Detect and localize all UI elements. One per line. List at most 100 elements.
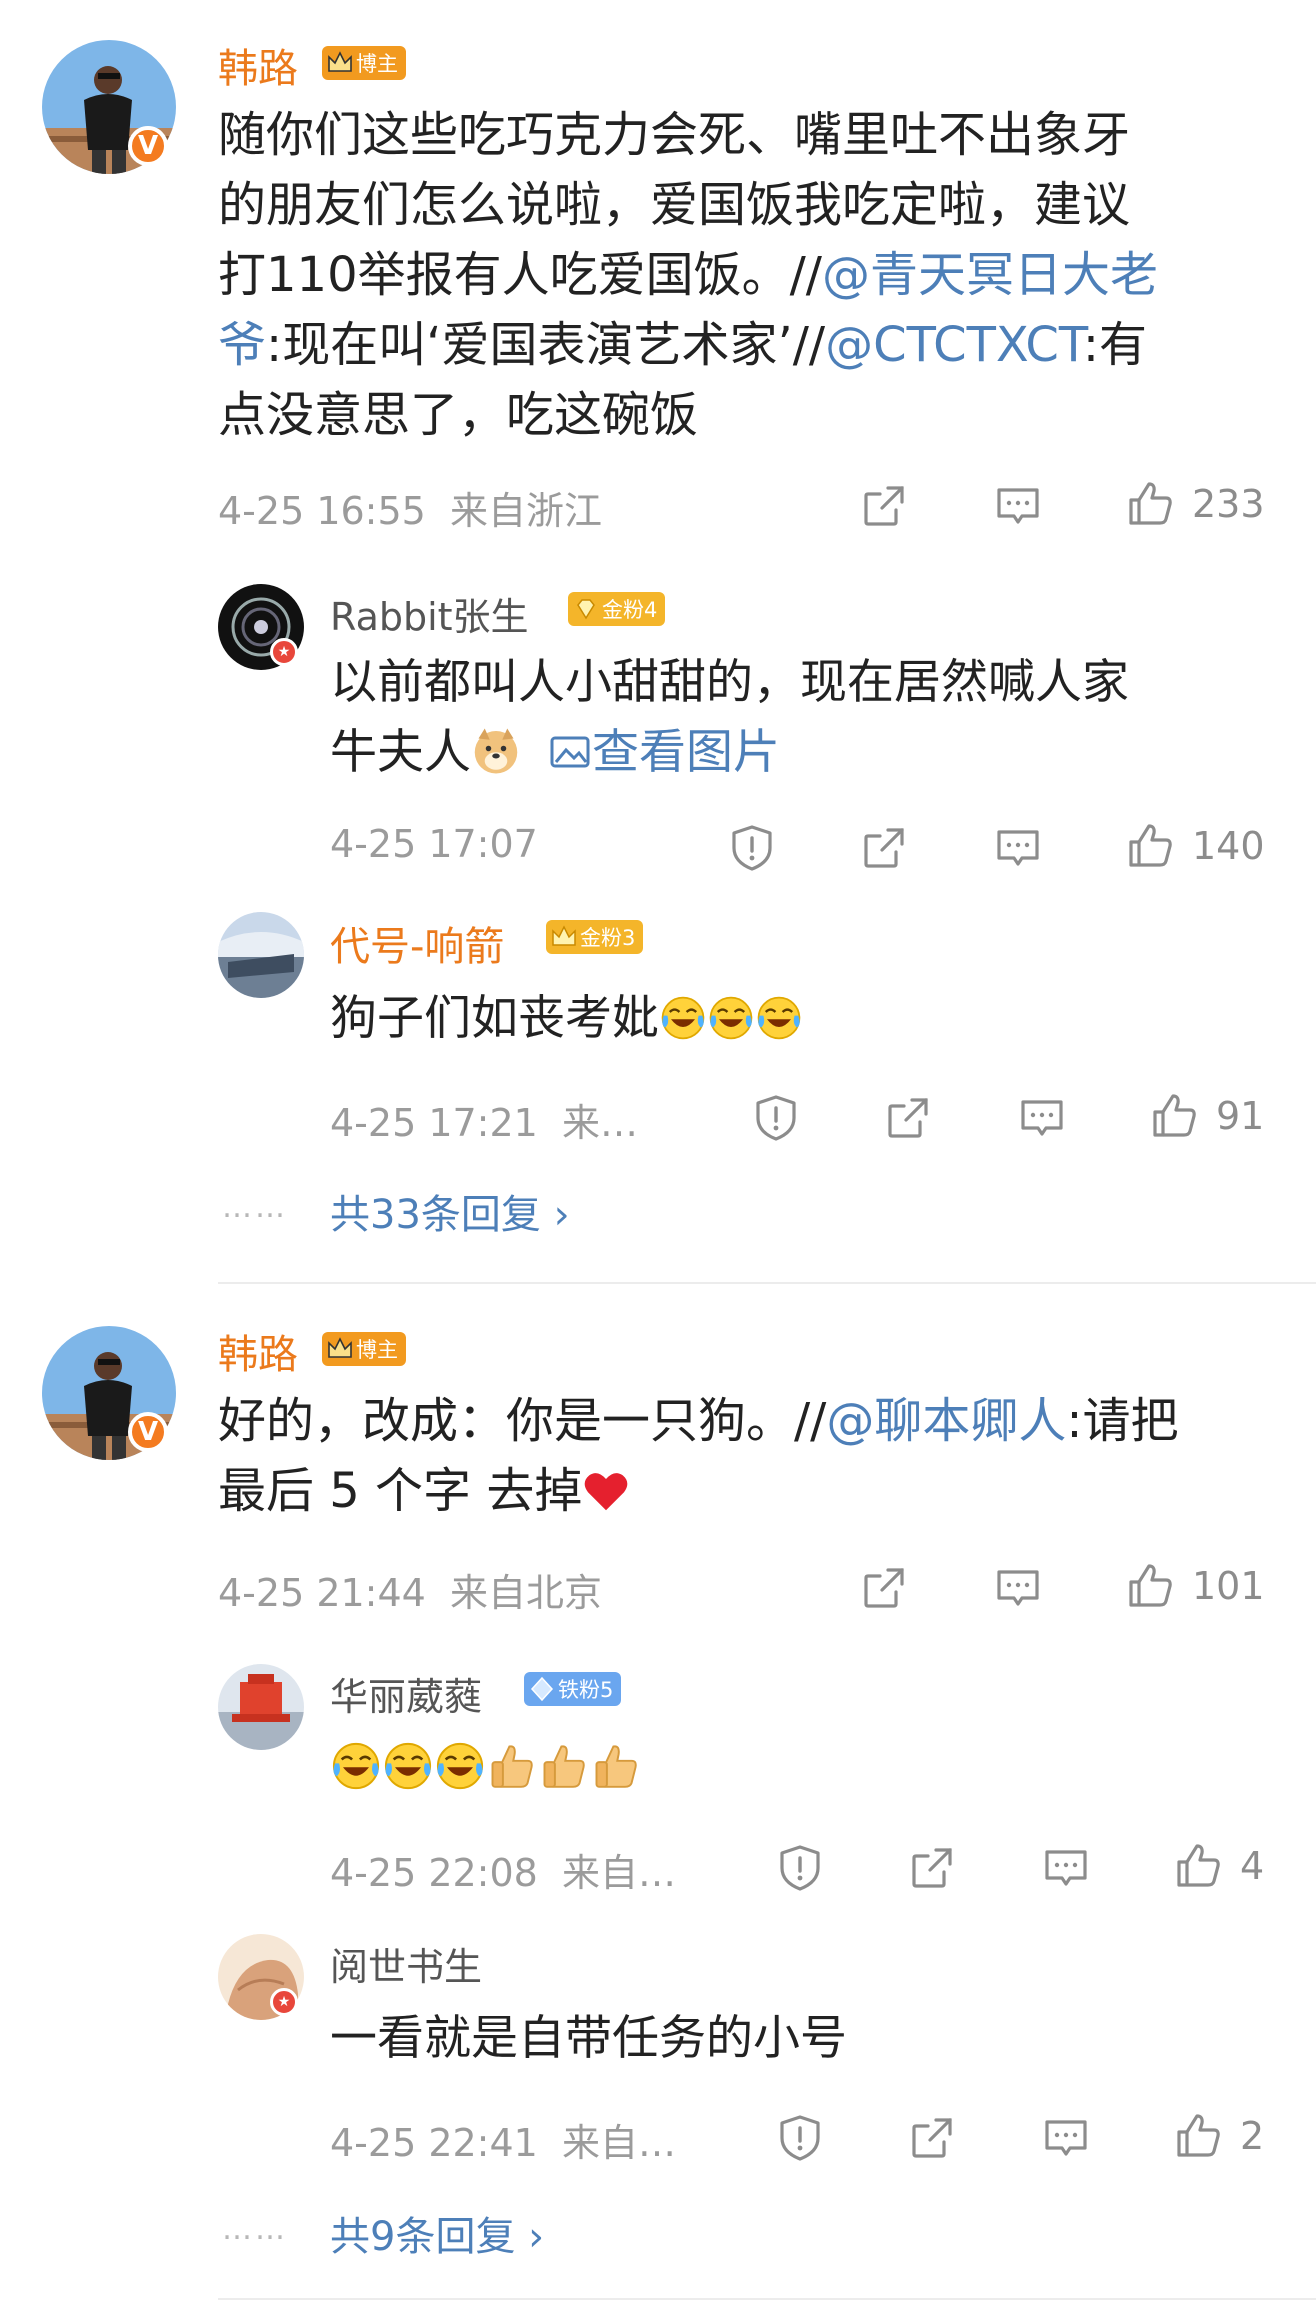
reply-emoji-row — [330, 1740, 642, 1792]
divider — [218, 2298, 1316, 2300]
blogger-tag: 博主 — [322, 46, 406, 80]
comment-meta: 4-25 16:55 来自浙江 — [218, 489, 603, 533]
crown-icon — [328, 51, 352, 72]
comment-button[interactable] — [1016, 1092, 1068, 1144]
like-button[interactable]: 140 — [1124, 820, 1265, 872]
comment-text: 随你们这些吃巧克力会死、嘴里吐不出象牙 的朋友们怎么说啦，爱国饭我吃定啦，建议 … — [218, 107, 1158, 443]
laughing-tears-emoji-icon — [382, 1740, 434, 1792]
red-badge-icon: ★ — [270, 1988, 298, 2016]
more-dots: …… — [222, 1190, 288, 1225]
like-button[interactable]: 91 — [1148, 1090, 1264, 1142]
like-icon — [1124, 478, 1176, 530]
comment-button[interactable] — [992, 822, 1044, 874]
comment-button[interactable] — [992, 480, 1044, 532]
share-icon — [906, 2112, 958, 2164]
laughing-tears-emoji-icon — [434, 1740, 486, 1792]
thumbs-up-emoji-icon — [538, 1740, 590, 1792]
laughing-tears-emoji-icon — [330, 1740, 382, 1792]
comment-text: 好的，改成：你是一只狗。//@聊本卿人:请把 最后 5 个字 去掉 — [218, 1393, 1179, 1519]
reply-text: 以前都叫人小甜甜的，现在居然喊人家 牛夫人 查看图片 — [330, 655, 1129, 780]
comment-icon — [1040, 2112, 1092, 2164]
comment-icon — [1016, 1092, 1068, 1144]
like-icon — [1148, 1090, 1200, 1142]
thumbs-up-emoji-icon — [590, 1740, 642, 1792]
author-name[interactable]: 阅世书生 — [330, 1936, 482, 1991]
gem-icon — [530, 1676, 554, 1702]
red-heart-emoji-icon — [582, 1467, 630, 1515]
report-button[interactable] — [774, 1842, 826, 1894]
report-icon — [726, 822, 778, 874]
thumbs-up-emoji-icon — [486, 1740, 538, 1792]
author-name[interactable]: 韩路 — [218, 36, 298, 94]
comment-meta: 4-25 21:44 来自北京 — [218, 1571, 603, 1615]
like-icon — [1124, 820, 1176, 872]
fan-tag: 金粉4 — [568, 592, 666, 626]
mention-link[interactable]: @青天冥日大老 — [822, 247, 1158, 303]
avatar[interactable] — [218, 1664, 304, 1750]
like-button[interactable]: 2 — [1172, 2110, 1264, 2162]
share-icon — [858, 822, 910, 874]
share-button[interactable] — [906, 1842, 958, 1894]
author-name[interactable]: 韩路 — [218, 1322, 298, 1380]
comment-icon — [992, 822, 1044, 874]
verified-badge-icon: V — [128, 126, 168, 166]
fan-tag: 铁粉5 — [524, 1672, 622, 1706]
author-name[interactable]: 代号-响箭 — [330, 914, 504, 972]
laughing-tears-emoji-icon — [659, 994, 707, 1042]
view-image-link[interactable]: 查看图片 — [548, 725, 780, 780]
share-icon — [858, 480, 910, 532]
avatar[interactable] — [218, 912, 304, 998]
mention-link[interactable]: 爷 — [218, 317, 266, 373]
comment-icon — [1040, 1842, 1092, 1894]
author-name[interactable]: 华丽葳蕤 — [330, 1666, 482, 1721]
fan-tag: 金粉3 — [546, 920, 644, 954]
report-icon — [774, 1842, 826, 1894]
report-button[interactable] — [774, 2112, 826, 2164]
report-button[interactable] — [750, 1092, 802, 1144]
like-button[interactable]: 4 — [1172, 1840, 1264, 1892]
report-icon — [774, 2112, 826, 2164]
divider — [218, 1282, 1316, 1284]
author-name[interactable]: Rabbit张生 — [330, 586, 529, 641]
share-icon — [858, 1562, 910, 1614]
laughing-tears-emoji-icon — [755, 994, 803, 1042]
like-button[interactable]: 101 — [1124, 1560, 1265, 1612]
reply-time: 4-25 17:07 — [330, 822, 538, 866]
comment-button[interactable] — [1040, 1842, 1092, 1894]
view-more-replies-link[interactable]: 共9条回复 › — [330, 2204, 544, 2262]
comment-icon — [992, 1562, 1044, 1614]
share-icon — [906, 1842, 958, 1894]
like-icon — [1124, 1560, 1176, 1612]
share-button[interactable] — [858, 1562, 910, 1614]
share-button[interactable] — [882, 1092, 934, 1144]
report-button[interactable] — [726, 822, 778, 874]
share-button[interactable] — [906, 2112, 958, 2164]
reply-text: 一看就是自带任务的小号 — [330, 2011, 847, 2066]
mention-link[interactable]: @聊本卿人 — [826, 1393, 1066, 1449]
image-icon — [550, 736, 590, 768]
crown-icon — [552, 925, 576, 946]
like-icon — [1172, 1840, 1224, 1892]
doge-emoji-icon — [471, 726, 521, 776]
share-button[interactable] — [858, 480, 910, 532]
verified-badge-icon: V — [128, 1412, 168, 1452]
comment-icon — [992, 480, 1044, 532]
comment-button[interactable] — [992, 1562, 1044, 1614]
blogger-tag: 博主 — [322, 1332, 406, 1366]
mention-link[interactable]: @CTCTXCT — [825, 317, 1083, 373]
crown-icon — [328, 1337, 352, 1358]
gem-icon — [577, 599, 595, 620]
reply-meta: 4-25 22:41 来自… — [330, 2121, 677, 2165]
laughing-tears-emoji-icon — [707, 994, 755, 1042]
report-icon — [750, 1092, 802, 1144]
reply-meta: 4-25 22:08 来自… — [330, 1851, 677, 1895]
view-more-replies-link[interactable]: 共33条回复 › — [330, 1182, 570, 1240]
red-badge-icon: ★ — [270, 638, 298, 666]
reply-text: 狗子们如丧考妣 — [330, 984, 803, 1054]
comment-button[interactable] — [1040, 2112, 1092, 2164]
like-icon — [1172, 2110, 1224, 2162]
share-button[interactable] — [858, 822, 910, 874]
like-button[interactable]: 233 — [1124, 478, 1265, 530]
reply-meta: 4-25 17:21 来… — [330, 1101, 639, 1145]
share-icon — [882, 1092, 934, 1144]
